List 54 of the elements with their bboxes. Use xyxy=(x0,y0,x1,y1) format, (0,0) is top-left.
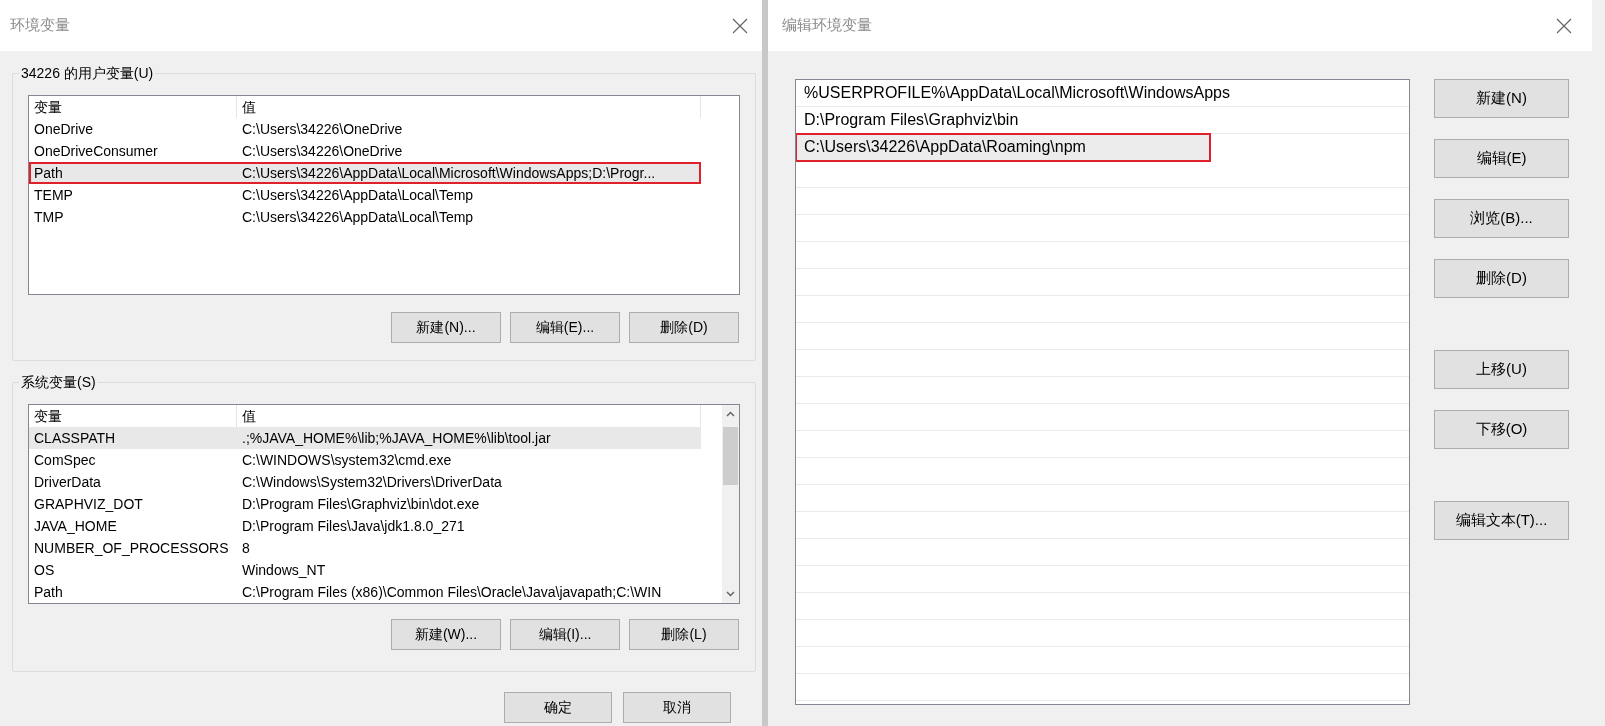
window-title: 环境变量 xyxy=(10,15,70,36)
close-icon[interactable] xyxy=(732,17,748,34)
table-cell-text: C:\Users\34226\OneDrive xyxy=(241,141,404,161)
dialog-button[interactable]: 浏览(B)... xyxy=(1434,199,1569,238)
scroll-down-icon[interactable] xyxy=(726,591,735,597)
table-cell-text: DriverData xyxy=(33,472,102,492)
table-cell-text: GRAPHVIZ_DOT xyxy=(33,494,144,514)
scroll-up-icon[interactable] xyxy=(726,411,735,417)
dialog-button[interactable]: 编辑(E)... xyxy=(510,312,620,343)
dialog-button[interactable]: 新建(W)... xyxy=(391,619,501,650)
dialog-button[interactable]: 删除(D) xyxy=(1434,259,1569,298)
group-label: 系统变量(S) xyxy=(19,372,98,393)
table-cell-text: CLASSPATH xyxy=(33,428,117,448)
table-cell-text: C:\Users\34226\OneDrive xyxy=(241,119,404,139)
close-icon[interactable] xyxy=(1556,17,1572,34)
dialog-button[interactable]: 新建(N)... xyxy=(391,312,501,343)
table-cell-text: Path xyxy=(33,582,64,602)
table-cell-text: D:\Program Files\Java\jdk1.8.0_271 xyxy=(241,516,466,536)
table-cell-text: TEMP xyxy=(33,185,74,205)
table-cell-text: .;%JAVA_HOME%\lib;%JAVA_HOME%\lib\tool.jar xyxy=(241,428,552,448)
window-title: 编辑环境变量 xyxy=(782,15,872,36)
table-cell-text: C:\Users\34226\AppData\Local\Temp xyxy=(241,207,475,227)
dialog-button[interactable]: 取消 xyxy=(623,692,731,723)
dialog-button[interactable]: 删除(L) xyxy=(629,619,739,650)
dialog-button[interactable]: 删除(D) xyxy=(629,312,739,343)
table-cell-text: C:\Windows\System32\Drivers\DriverData xyxy=(241,472,503,492)
path-entry[interactable]: C:\Users\34226\AppData\Roaming\npm xyxy=(796,134,1210,161)
dialog-button[interactable]: 上移(U) xyxy=(1434,350,1569,389)
table-cell-text: NUMBER_OF_PROCESSORS xyxy=(33,538,230,558)
dialog-button[interactable]: 确定 xyxy=(504,692,612,723)
dialog-button[interactable]: 编辑文本(T)... xyxy=(1434,501,1569,540)
table-cell-text: JAVA_HOME xyxy=(33,516,118,536)
table-cell-text: OneDriveConsumer xyxy=(33,141,159,161)
scrollbar-thumb[interactable] xyxy=(723,427,738,485)
table-cell-text: Path xyxy=(33,163,64,183)
scrollbar[interactable] xyxy=(722,405,739,603)
table-cell-text: C:\WINDOWS\system32\cmd.exe xyxy=(241,450,453,470)
table-cell-text: OneDrive xyxy=(33,119,95,139)
table-cell-text: ComSpec xyxy=(33,450,97,470)
list-row[interactable]: CLASSPATH .;%JAVA_HOME%\lib;%JAVA_HOME%\lib\tool.jar xyxy=(29,427,701,449)
dialog-button[interactable]: 下移(O) xyxy=(1434,410,1569,449)
table-cell-text: Windows_NT xyxy=(241,560,327,580)
table-cell-text: D:\Program Files\Graphviz\bin\dot.exe xyxy=(241,494,481,514)
table-cell-text: C:\Program Files (x86)\Common Files\Oracle\Java\javapath;C:\WIN xyxy=(241,582,663,602)
table-cell-text: C:\Users\34226\AppData\Local\Temp xyxy=(241,185,475,205)
dialog-button[interactable]: 编辑(I)... xyxy=(510,619,620,650)
list-row[interactable]: Path C:\Users\34226\AppData\Local\Microsoft\WindowsApps;D:\Progr... xyxy=(29,162,701,184)
table-cell-text: TMP xyxy=(33,207,65,227)
table-cell-text: OS xyxy=(33,560,56,580)
table-cell-text: C:\Users\34226\AppData\Local\Microsoft\WindowsApps;D:\Progr... xyxy=(241,163,657,183)
dialog-button[interactable]: 编辑(E) xyxy=(1434,139,1569,178)
dialog-button[interactable]: 新建(N) xyxy=(1434,79,1569,118)
table-cell-text: 8 xyxy=(241,538,251,558)
group-label: 34226 的用户变量(U) xyxy=(19,63,156,84)
